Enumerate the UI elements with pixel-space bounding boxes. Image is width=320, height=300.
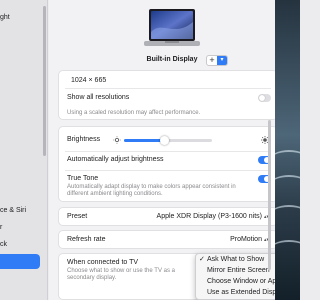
sidebar-item-siri[interactable]: ce & Siri (0, 205, 40, 217)
sidebar-item-ck[interactable]: ck (0, 239, 40, 251)
menu-item-choose-window-or-app[interactable]: Choose Window or App (207, 277, 280, 287)
sidebar-item-r[interactable]: r (0, 222, 40, 234)
true-tone-description-line-2: different ambient lighting conditions. (67, 191, 163, 197)
true-tone-label: True Tone (67, 175, 99, 182)
laptop-icon (144, 9, 200, 46)
brightness-slider[interactable] (124, 136, 212, 145)
sidebar-scrollbar[interactable] (43, 6, 46, 156)
auto-brightness-label: Automatically adjust brightness (67, 156, 164, 163)
show-all-resolutions-toggle[interactable] (258, 94, 271, 102)
sidebar-item-ght[interactable]: ght (0, 12, 40, 24)
scaled-resolution-note: Using a scaled resolution may affect per… (67, 110, 201, 116)
divider (65, 88, 271, 89)
preset-value: Apple XDR Display (P3-1600 nits) (156, 213, 262, 220)
checkmark-icon: ✓ (199, 256, 205, 263)
menu-item-ask-what-to-show[interactable]: Ask What to Show (207, 255, 264, 265)
divider (65, 170, 271, 171)
preset-card: Preset Apple XDR Display (P3-1600 nits) ▴… (58, 207, 278, 226)
desktop-wallpaper (275, 0, 300, 300)
resolution-value: 1024 × 665 (71, 77, 107, 84)
brightness-low-icon (113, 136, 121, 144)
refresh-rate-value: ProMotion (230, 236, 262, 243)
true-tone-description-line-1: Automatically adapt display to make colo… (67, 184, 236, 190)
menu-item-mirror-entire-screen[interactable]: Mirror Entire Screen (207, 266, 270, 276)
resolution-card: 1024 × 665 Show all resolutions Using a … (58, 70, 278, 120)
show-all-resolutions-label: Show all resolutions (67, 94, 130, 101)
brightness-slider-fill (124, 139, 165, 142)
divider (65, 151, 271, 152)
preset-select[interactable]: Apple XDR Display (P3-1600 nits) ▴▾ (157, 213, 269, 220)
main-scrollbar[interactable] (268, 120, 271, 270)
sidebar-item-selected[interactable] (0, 254, 40, 269)
refresh-rate-select[interactable]: ProMotion ▴▾ (230, 236, 269, 243)
add-display-dropdown-icon[interactable]: ▾ (217, 56, 227, 65)
display-name: Built-in Display (146, 56, 198, 63)
add-display-button[interactable]: + (207, 56, 217, 65)
menu-item-use-as-extended-display[interactable]: Use as Extended Display (207, 288, 285, 298)
refresh-rate-card: Refresh rate ProMotion ▴▾ (58, 230, 278, 249)
sidebar: ght ce & Siri r ck (0, 0, 48, 300)
add-display-control[interactable]: + ▾ (206, 55, 228, 66)
